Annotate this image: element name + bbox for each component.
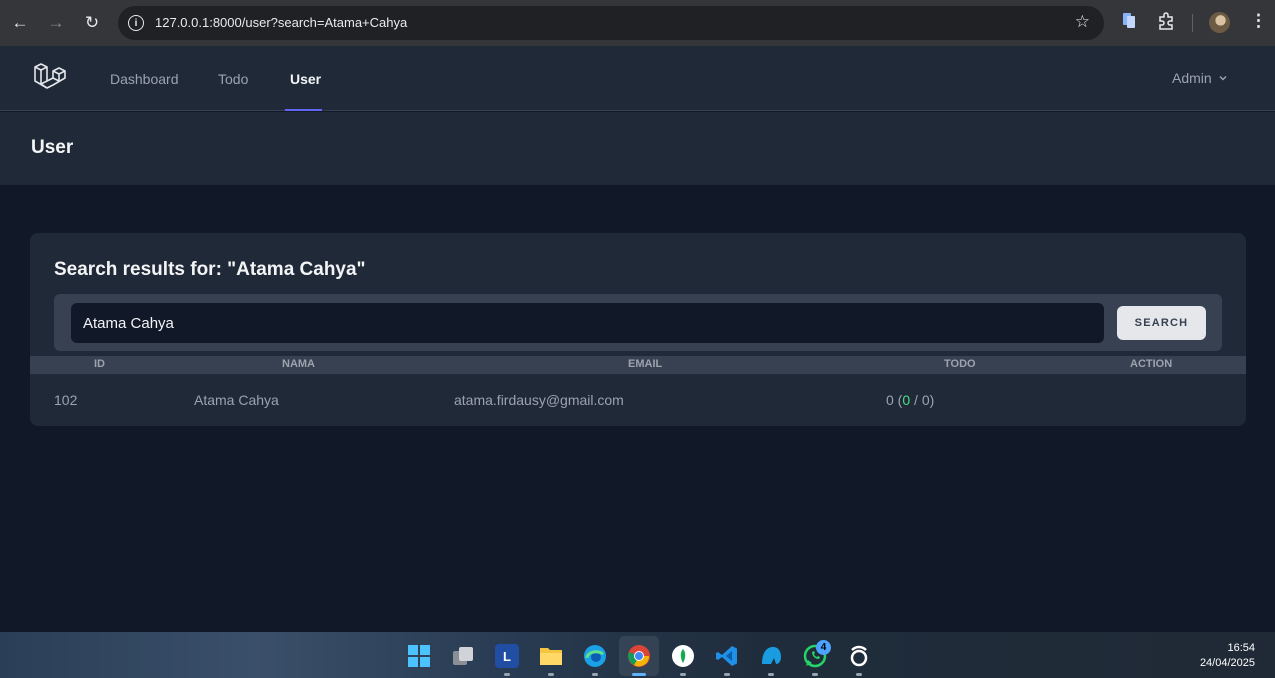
cell-todo: 0 (0 / 0) — [886, 392, 935, 408]
back-icon[interactable]: ← — [7, 10, 33, 36]
todo-pending: 0 — [921, 392, 930, 408]
running-indicator — [812, 673, 818, 676]
file-explorer-icon[interactable] — [539, 644, 563, 668]
notification-badge: 4 — [816, 640, 831, 655]
chrome-icon[interactable] — [627, 644, 651, 668]
laravel-logo-icon[interactable] — [33, 61, 67, 95]
site-info-icon[interactable]: i — [128, 15, 144, 31]
vscode-icon[interactable] — [715, 644, 739, 668]
column-header-nama: NAMA — [282, 358, 315, 370]
nav-dashboard[interactable]: Dashboard — [110, 71, 179, 87]
reload-icon[interactable]: ↻ — [79, 10, 105, 36]
running-indicator — [592, 673, 598, 676]
clock-time: 16:54 — [1227, 642, 1255, 654]
table-header: ID NAMA EMAIL TODO ACTION — [30, 356, 1246, 374]
start-icon[interactable] — [407, 644, 431, 668]
running-indicator — [548, 673, 554, 676]
forward-icon[interactable]: → — [43, 10, 69, 36]
column-header-id: ID — [94, 358, 105, 370]
cell-id: 102 — [54, 392, 78, 408]
search-input[interactable] — [71, 303, 1104, 343]
todo-total: 0 — [886, 392, 894, 408]
extensions-puzzle-icon[interactable] — [1157, 12, 1175, 34]
page-title: User — [31, 137, 74, 158]
threads-icon[interactable] — [847, 644, 871, 668]
address-bar[interactable]: i 127.0.0.1:8000/user?search=Atama+Cahya… — [118, 6, 1104, 40]
edge-icon[interactable] — [583, 644, 607, 668]
active-indicator — [632, 673, 646, 676]
mongodb-compass-icon[interactable] — [671, 644, 695, 668]
app-navbar: Dashboard Todo User Admin — [0, 46, 1275, 111]
cell-email: atama.firdausy@gmail.com — [454, 392, 624, 408]
running-indicator — [724, 673, 730, 676]
search-button[interactable]: SEARCH — [1117, 306, 1206, 340]
url-text[interactable]: 127.0.0.1:8000/user?search=Atama+Cahya — [155, 15, 407, 30]
running-indicator — [856, 673, 862, 676]
column-header-email: EMAIL — [628, 358, 663, 370]
chrome-menu-icon[interactable]: ⋮ — [1250, 11, 1267, 31]
toolbar-divider — [1192, 14, 1193, 32]
browser-toolbar: ← → ↻ i 127.0.0.1:8000/user?search=Atama… — [0, 0, 1275, 46]
running-indicator — [504, 673, 510, 676]
cell-nama: Atama Cahya — [194, 392, 279, 408]
nav-user[interactable]: User — [290, 71, 321, 87]
todo-done: 0 — [902, 392, 911, 408]
l-app-icon[interactable]: L — [495, 644, 519, 668]
system-clock[interactable]: 16:54 24/04/2025 — [1200, 641, 1255, 671]
user-menu-label: Admin — [1172, 70, 1212, 86]
active-nav-indicator — [285, 109, 322, 111]
task-view-icon[interactable] — [451, 644, 475, 668]
profile-avatar[interactable] — [1209, 12, 1230, 33]
column-header-action: ACTION — [1130, 358, 1173, 370]
bookmark-star-icon[interactable]: ☆ — [1075, 12, 1090, 32]
user-menu-dropdown[interactable]: Admin — [1172, 70, 1228, 86]
mysql-workbench-icon[interactable] — [759, 644, 783, 668]
page-header: User — [0, 112, 1275, 185]
search-results-heading: Search results for: "Atama Cahya" — [54, 259, 366, 280]
search-form: SEARCH — [54, 294, 1222, 351]
extension-icon[interactable] — [1122, 12, 1136, 29]
chevron-down-icon — [1219, 75, 1227, 81]
clock-date: 24/04/2025 — [1199, 657, 1255, 669]
search-results-card: Search results for: "Atama Cahya" SEARCH… — [30, 233, 1246, 426]
windows-taskbar: L — [0, 632, 1275, 678]
running-indicator — [768, 673, 774, 676]
running-indicator — [680, 673, 686, 676]
column-header-todo: TODO — [944, 358, 976, 370]
nav-todo[interactable]: Todo — [218, 71, 248, 87]
